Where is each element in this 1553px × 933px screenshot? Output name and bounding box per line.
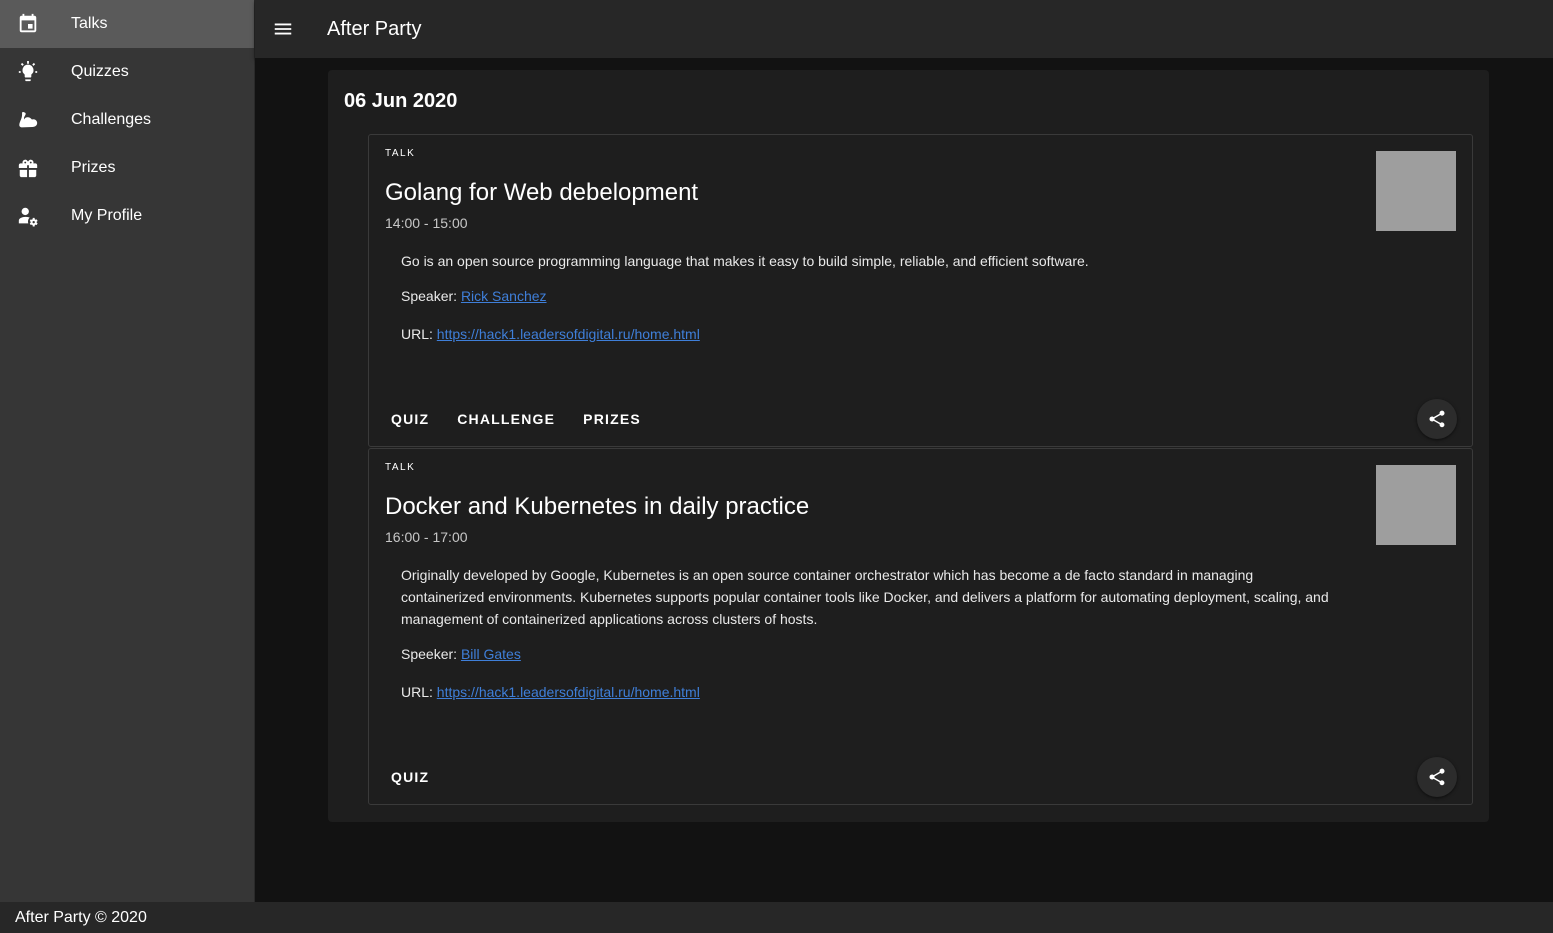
sidebar-item-label: My Profile [71,207,143,224]
talk-card: TALK Golang for Web debelopment 14:00 - … [368,134,1473,447]
talk-title: Docker and Kubernetes in daily practice [385,493,810,520]
lightbulb-icon [16,60,40,84]
talk-url: URL: https://hack1.leadersofdigital.ru/h… [401,684,700,700]
app-title: After Party [327,17,422,40]
talk-time: 14:00 - 15:00 [385,215,468,231]
sidebar-item-label: Quizzes [71,63,129,80]
sidebar-item-label: Talks [71,15,108,32]
share-button[interactable] [1417,399,1457,439]
sidebar: Talks Quizzes Challenges Prizes My Profi… [0,0,255,902]
talk-speaker: Speaker: Rick Sanchez [401,288,547,304]
talk-speaker: Speeker: Bill Gates [401,646,521,662]
footer-text: After Party © 2020 [15,908,147,926]
talk-overline: TALK [385,148,416,159]
app-bar: After Party [255,0,1553,58]
talk-thumbnail [1376,151,1456,231]
speaker-link[interactable]: Bill Gates [461,646,521,662]
talk-card: TALK Docker and Kubernetes in daily prac… [368,448,1473,805]
talk-title: Golang for Web debelopment [385,179,699,206]
talk-overline: TALK [385,462,416,473]
url-link[interactable]: https://hack1.leadersofdigital.ru/home.h… [437,684,700,700]
talk-actions: QUIZ CHALLENGE PRIZES [377,401,655,437]
muscle-icon [16,108,40,132]
sidebar-item-quizzes[interactable]: Quizzes [0,48,254,96]
hamburger-menu-icon [274,23,292,35]
speaker-link[interactable]: Rick Sanchez [461,288,547,304]
challenge-button[interactable]: CHALLENGE [443,401,569,437]
sidebar-item-talks[interactable]: Talks [0,0,254,48]
share-icon [1429,410,1445,428]
sidebar-item-label: Challenges [71,111,152,128]
main-content: 06 Jun 2020 TALK Golang for Web debelopm… [255,58,1553,902]
share-icon [1429,768,1445,786]
talk-thumbnail [1376,465,1456,545]
day-card: 06 Jun 2020 TALK Golang for Web debelopm… [328,70,1489,822]
talk-description: Go is an open source programming languag… [401,253,1089,269]
talk-time: 16:00 - 17:00 [385,529,468,545]
sidebar-item-label: Prizes [71,159,116,176]
url-label: URL: [401,326,433,342]
prizes-button[interactable]: PRIZES [569,401,655,437]
quiz-button[interactable]: QUIZ [377,401,443,437]
talk-actions: QUIZ [377,759,443,795]
user-settings-icon [16,204,40,228]
talk-url: URL: https://hack1.leadersofdigital.ru/h… [401,326,700,342]
talk-description: Originally developed by Google, Kubernet… [401,567,1329,627]
sidebar-item-challenges[interactable]: Challenges [0,96,254,144]
speaker-label: Speaker: [401,288,458,304]
speaker-label: Speeker: [401,646,458,662]
quiz-button[interactable]: QUIZ [377,759,443,795]
sidebar-item-prizes[interactable]: Prizes [0,144,254,192]
url-label: URL: [401,684,433,700]
url-link[interactable]: https://hack1.leadersofdigital.ru/home.h… [437,326,700,342]
sidebar-item-my-profile[interactable]: My Profile [0,192,254,240]
calendar-icon [16,12,40,36]
gift-icon [16,156,40,180]
day-date-heading: 06 Jun 2020 [344,90,458,112]
footer: After Party © 2020 [0,902,1553,933]
menu-button[interactable] [259,5,307,53]
share-button[interactable] [1417,757,1457,797]
